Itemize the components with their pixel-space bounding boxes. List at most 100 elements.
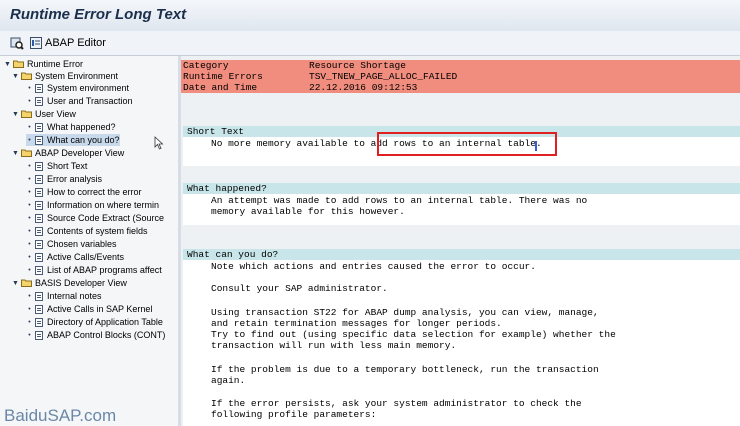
header-row-runtime-errors: Runtime Errors TSV_TNEW_PAGE_ALLOC_FAILE…: [181, 71, 740, 82]
expand-triangle-icon[interactable]: ▼: [12, 150, 19, 157]
tree-label: Error analysis: [47, 174, 103, 184]
expand-triangle-icon[interactable]: ▼: [12, 280, 19, 287]
text-line: Consult your SAP administrator.: [211, 283, 388, 294]
bullet-icon: •: [28, 214, 31, 222]
tree-node-system-environment[interactable]: ▼ System Environment: [12, 70, 118, 82]
text-line: transaction will run with less main memo…: [211, 340, 457, 351]
section-title: What can you do?: [187, 249, 279, 260]
bullet-icon: •: [28, 123, 31, 131]
tree-item-directory-of-application-table[interactable]: • Directory of Application Table: [26, 316, 163, 328]
toolbar: ABAP Editor: [0, 31, 740, 56]
bullet-icon: •: [28, 201, 31, 209]
tree-label: Information on where termin: [47, 200, 160, 210]
tree-item-short-text[interactable]: • Short Text: [26, 160, 87, 172]
header-value: TSV_TNEW_PAGE_ALLOC_FAILED: [309, 71, 458, 82]
document-icon: [35, 304, 43, 314]
document-icon: [35, 252, 43, 262]
tree-node-basis-developer-view[interactable]: ▼ BASIS Developer View: [12, 277, 127, 289]
tree-node-abap-developer-view[interactable]: ▼ ABAP Developer View: [12, 147, 124, 159]
section-title: Short Text: [187, 126, 245, 137]
tree-item-what-happened[interactable]: • What happened?: [26, 121, 116, 133]
tree-label: How to correct the error: [47, 187, 142, 197]
abap-editor-button[interactable]: ABAP Editor: [30, 35, 106, 51]
bullet-icon: •: [28, 162, 31, 170]
tree-label: Chosen variables: [47, 239, 117, 249]
tree-label: What happened?: [47, 122, 116, 132]
tree-item-active-calls-kernel[interactable]: • Active Calls in SAP Kernel: [26, 303, 152, 315]
header-row-category: Category Resource Shortage: [181, 60, 740, 71]
bullet-icon: •: [28, 318, 31, 326]
bullet-icon: •: [28, 253, 31, 261]
tree-item-information-on-where[interactable]: • Information on where termin: [26, 199, 159, 211]
folder-open-icon: [21, 72, 32, 80]
text-line: Note which actions and entries caused th…: [211, 261, 536, 272]
bullet-icon: •: [28, 292, 31, 300]
document-icon: [35, 200, 43, 210]
tree-node-user-view[interactable]: ▼ User View: [12, 108, 76, 120]
header-label: Category: [183, 60, 229, 71]
what-happened-section: What happened? An attempt was made to ad…: [183, 183, 740, 225]
expand-triangle-icon[interactable]: ▼: [12, 73, 19, 80]
tree-item-system-environment[interactable]: • System environment: [26, 82, 129, 94]
tree-label: System Environment: [35, 71, 119, 81]
tree-label: What can you do?: [47, 135, 120, 145]
what-can-you-do-section: What can you do? Note which actions and …: [183, 249, 740, 426]
tree-item-internal-notes[interactable]: • Internal notes: [26, 290, 101, 302]
tree-item-active-calls-events[interactable]: • Active Calls/Events: [26, 251, 124, 263]
tree-item-what-can-you-do[interactable]: • What can you do?: [26, 134, 120, 146]
bullet-icon: •: [28, 188, 31, 196]
section-title: What happened?: [187, 183, 267, 194]
bullet-icon: •: [28, 136, 31, 144]
document-icon: [35, 265, 43, 275]
mouse-pointer-icon: [154, 136, 164, 150]
tree-label: User View: [35, 109, 76, 119]
highlight-box: [377, 132, 557, 156]
glasses-icon: [10, 37, 24, 50]
tree-item-how-to-correct[interactable]: • How to correct the error: [26, 186, 142, 198]
text-line: Using transaction ST22 for ABAP dump ana…: [211, 307, 599, 318]
folder-open-icon: [13, 60, 24, 68]
tree-item-abap-control-blocks[interactable]: • ABAP Control Blocks (CONT): [26, 329, 165, 341]
tree-label: Contents of system fields: [47, 226, 148, 236]
folder-open-icon: [21, 110, 32, 118]
expand-triangle-icon[interactable]: ▼: [4, 61, 11, 68]
bullet-icon: •: [28, 175, 31, 183]
tree-label: Source Code Extract (Source: [47, 213, 165, 223]
long-text-view: Category Resource Shortage Runtime Error…: [181, 56, 740, 426]
text-line: following profile parameters:: [211, 409, 377, 420]
tree-item-contents-of-system-fields[interactable]: • Contents of system fields: [26, 225, 148, 237]
expand-triangle-icon[interactable]: ▼: [12, 111, 19, 118]
navigation-tree: ▼ Runtime Error ▼ System Environment • S…: [0, 56, 181, 426]
document-icon: [35, 291, 43, 301]
tree-item-list-of-abap-programs[interactable]: • List of ABAP programs affect: [26, 264, 162, 276]
tree-label: ABAP Control Blocks (CONT): [47, 330, 166, 340]
text-line: An attempt was made to add rows to an in…: [211, 195, 588, 206]
text-line: again.: [211, 375, 246, 386]
editor-icon: [30, 37, 42, 49]
tree-node-root[interactable]: ▼ Runtime Error: [4, 58, 83, 70]
display-object-button[interactable]: [10, 35, 24, 51]
header-label: Runtime Errors: [183, 71, 263, 82]
text-line: memory available for this however.: [211, 206, 405, 217]
tree-item-error-analysis[interactable]: • Error analysis: [26, 173, 102, 185]
text-line: If the error persists, ask your system a…: [211, 398, 582, 409]
tree-label: User and Transaction: [47, 96, 133, 106]
tree-label: Short Text: [47, 161, 88, 171]
tree-item-chosen-variables[interactable]: • Chosen variables: [26, 238, 117, 250]
text-caret: [535, 141, 537, 151]
bullet-icon: •: [28, 331, 31, 339]
folder-open-icon: [21, 149, 32, 157]
abap-editor-label: ABAP Editor: [45, 37, 106, 49]
tree-item-source-code-extract[interactable]: • Source Code Extract (Source: [26, 212, 164, 224]
bullet-icon: •: [28, 266, 31, 274]
header-value: 22.12.2016 09:12:53: [309, 82, 418, 93]
bullet-icon: •: [28, 240, 31, 248]
document-icon: [35, 187, 43, 197]
tree-item-user-and-transaction[interactable]: • User and Transaction: [26, 95, 133, 107]
bullet-icon: •: [28, 227, 31, 235]
header-label: Date and Time: [183, 82, 258, 93]
text-line: If the problem is due to a temporary bot…: [211, 364, 599, 375]
document-icon: [35, 330, 43, 340]
tree-label: List of ABAP programs affect: [47, 265, 162, 275]
tree-label: Active Calls in SAP Kernel: [47, 304, 153, 314]
